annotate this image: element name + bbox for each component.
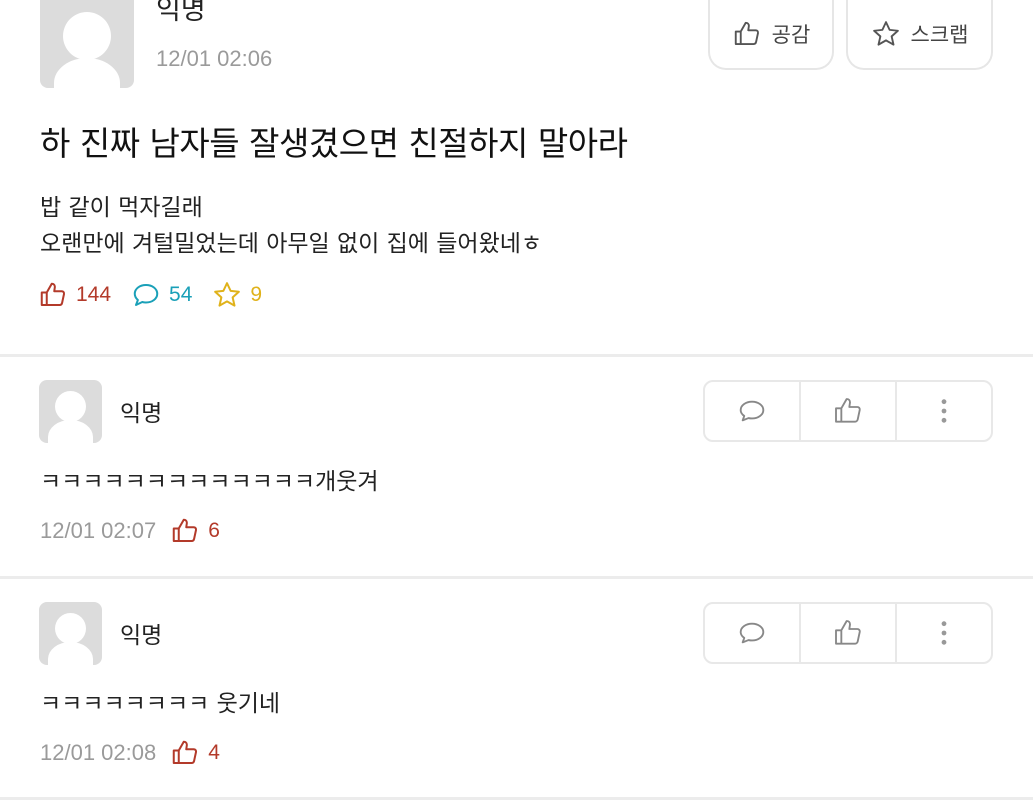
star-icon [872,21,899,46]
post-comment-count: 54 [131,280,192,310]
comment-time: 12/01 02:07 [40,518,157,543]
comment-like-button[interactable] [801,382,897,440]
comment-like-button[interactable] [801,604,897,662]
comment-text: ㅋㅋㅋㅋㅋㅋㅋㅋㅋㅋㅋㅋㅋ개웃겨 [40,469,379,495]
post-like-count: 144 [38,280,111,310]
comment-item: 익명 ㅋㅋㅋㅋㅋㅋㅋㅋㅋㅋㅋㅋㅋ개웃겨 12/01 02:07 6 [0,380,1033,600]
comment-item: 익명 ㅋㅋㅋㅋㅋㅋㅋㅋ 웃기네 12/01 02:08 4 [0,602,1033,800]
thumbs-up-icon [734,21,759,45]
like-count: 6 [208,519,220,542]
thumbs-up-icon [835,398,861,423]
comment-author-avatar [39,380,102,443]
more-options-button[interactable] [897,604,991,662]
divider [0,354,1033,357]
comment-meta: 12/01 02:08 4 [40,738,220,768]
speech-bubble-icon [739,622,765,644]
reply-button[interactable] [705,604,801,662]
speech-bubble-icon [133,284,159,306]
vertical-dots-icon [941,399,947,423]
comment-meta: 12/01 02:07 6 [40,516,220,546]
comment-actions [703,380,993,442]
post-author-avatar [40,0,134,88]
scrap-button[interactable]: 스크랩 [846,0,993,70]
post-time: 12/01 02:06 [156,46,273,71]
thumbs-up-icon [40,282,66,306]
post: 익명 12/01 02:06 공감 스크랩 하 진짜 남자들 잘생겼으면 친절하… [0,0,1033,355]
comment-author: 익명 [120,623,163,649]
speech-bubble-icon [739,400,765,422]
more-options-button[interactable] [897,382,991,440]
comment-time: 12/01 02:08 [40,740,157,765]
comment-text: ㅋㅋㅋㅋㅋㅋㅋㅋ 웃기네 [40,691,281,717]
post-author: 익명 [156,0,206,26]
divider [0,576,1033,579]
reply-button[interactable] [705,382,801,440]
thumbs-up-icon [835,620,861,645]
like-button[interactable]: 공감 [708,0,834,70]
comment-author-avatar [39,602,102,665]
scrap-button-label: 스크랩 [910,23,969,47]
comment-like-count: 4 [170,738,220,768]
vertical-dots-icon [941,621,947,645]
like-count: 144 [76,283,112,306]
star-icon [214,282,241,307]
post-body-line: 오랜만에 겨털밀었는데 아무일 없이 집에 들어왔네ㅎ [40,231,543,257]
post-body: 밥 같이 먹자길래 오랜만에 겨털밀었는데 아무일 없이 집에 들어왔네ㅎ [40,190,542,262]
post-body-line: 밥 같이 먹자길래 [40,195,203,221]
comment-count: 54 [169,283,193,306]
scrap-count: 9 [250,283,263,306]
thumbs-up-icon [172,518,198,542]
thumbs-up-icon [172,740,198,764]
comment-author: 익명 [120,401,163,427]
like-button-label: 공감 [771,23,811,47]
post-stats: 144 54 9 [38,280,282,310]
like-count: 4 [208,741,220,764]
comment-like-count: 6 [170,516,220,546]
post-title: 하 진짜 남자들 잘생겼으면 친절하지 말아라 [40,124,628,163]
comment-actions [703,602,993,664]
post-scrap-count: 9 [212,280,262,310]
